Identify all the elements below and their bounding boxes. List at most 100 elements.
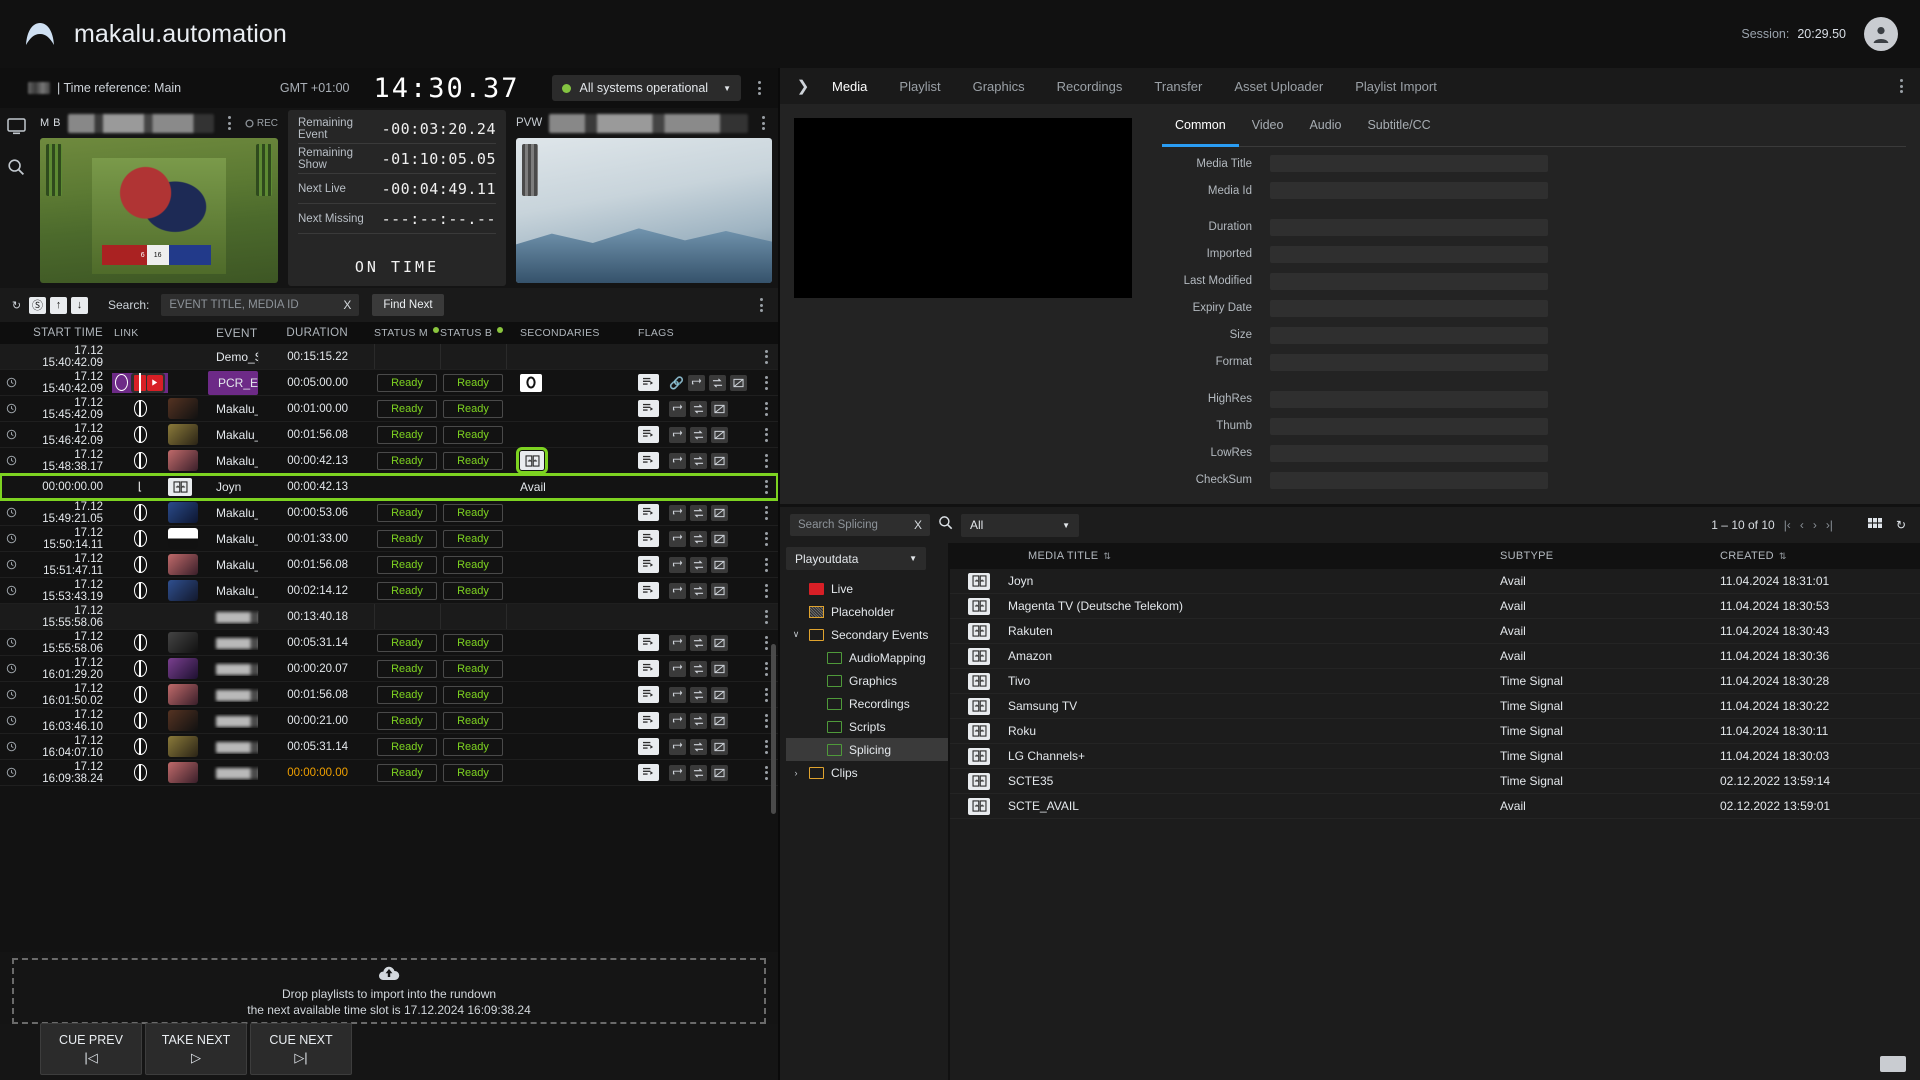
row-menu-button[interactable] (758, 398, 775, 420)
rundown-row[interactable]: 17.12 16:04:07.10 00:05:31.14 Ready Ready (0, 734, 778, 760)
link-cell[interactable] (112, 504, 168, 521)
col-duration[interactable]: DURATION (258, 327, 374, 339)
no-clock-icon[interactable]: Ⓢ (29, 296, 46, 314)
no-signal-icon[interactable] (711, 764, 728, 781)
link-cell[interactable] (112, 530, 168, 547)
cue-prev-button[interactable]: CUE PREV |◁ (40, 1023, 142, 1075)
cue-next-button[interactable]: CUE NEXT ▷| (250, 1023, 352, 1075)
loop-icon[interactable] (669, 400, 686, 417)
tree-node-scripts[interactable]: Scripts (786, 715, 948, 738)
swap-icon[interactable] (690, 764, 707, 781)
link-cell[interactable] (112, 582, 168, 599)
no-signal-icon[interactable] (711, 504, 728, 521)
property-field[interactable] (1270, 326, 1548, 344)
playlist-dropzone[interactable]: Drop playlists to import into the rundow… (12, 958, 766, 1024)
refresh-icon[interactable]: ↻ (1896, 518, 1906, 532)
media-table-row[interactable]: Rakuten Avail 11.04.2024 18:30:43 (950, 619, 1920, 644)
mb-toggle[interactable]: M B (40, 117, 61, 129)
tab-recordings[interactable]: Recordings (1041, 68, 1139, 104)
media-table-row[interactable]: Roku Time Signal 11.04.2024 18:30:11 (950, 719, 1920, 744)
rundown-row[interactable]: 17.12 15:55:58.06 00:05:31.14 Ready Ready (0, 630, 778, 656)
col-start-time[interactable]: START TIME (22, 327, 112, 339)
tab-asset-uploader[interactable]: Asset Uploader (1218, 68, 1339, 104)
event-title-cell[interactable] (206, 766, 258, 780)
property-field[interactable] (1270, 299, 1548, 317)
flags-cell[interactable] (634, 400, 754, 417)
next-page-icon[interactable]: › (1813, 518, 1817, 532)
property-field[interactable] (1270, 218, 1548, 236)
rundown-rows[interactable]: 17.12 15:40:42.09Demo_Sport_News (4)00:1… (0, 344, 778, 952)
event-title-cell[interactable] (206, 662, 258, 676)
media-table-row[interactable]: SCTE_AVAIL Avail 02.12.2022 13:59:01 (950, 794, 1920, 819)
tree-node-audiomapping[interactable]: AudioMapping (786, 646, 948, 669)
loop-icon[interactable] (669, 426, 686, 443)
event-title-cell[interactable]: Makalu_Demo_04 (206, 532, 258, 546)
loop-icon[interactable] (669, 660, 686, 677)
refresh-icon[interactable]: ↻ (8, 297, 25, 314)
loop-icon[interactable] (687, 374, 705, 391)
flags-cell[interactable] (634, 452, 754, 469)
col-status-m[interactable]: STATUS M (374, 327, 440, 339)
search-icon[interactable] (7, 158, 27, 178)
list-icon[interactable] (638, 504, 659, 521)
event-title-cell[interactable] (206, 636, 258, 650)
flags-cell[interactable] (634, 530, 754, 547)
find-next-button[interactable]: Find Next (372, 294, 444, 316)
rundown-search-menu-button[interactable] (753, 294, 770, 316)
list-icon[interactable] (638, 686, 659, 703)
flags-cell[interactable] (634, 582, 754, 599)
swap-icon[interactable] (690, 686, 707, 703)
event-title-cell[interactable] (206, 740, 258, 754)
link-cell[interactable] (112, 660, 168, 677)
tree-node-secondary-events[interactable]: ∨ Secondary Events (786, 623, 948, 646)
list-icon[interactable] (638, 556, 659, 573)
no-signal-icon[interactable] (711, 686, 728, 703)
rundown-row[interactable]: 17.12 16:03:46.10 00:00:21.00 Ready Ready (0, 708, 778, 734)
rundown-row[interactable]: 17.12 16:01:50.02 00:01:56.08 Ready Ready (0, 682, 778, 708)
no-signal-icon[interactable] (711, 426, 728, 443)
list-icon[interactable] (638, 738, 659, 755)
rundown-row[interactable]: 17.12 15:49:21.05 Makalu_Demo_03 00:00:53.… (0, 500, 778, 526)
no-signal-icon[interactable] (711, 634, 728, 651)
no-signal-icon[interactable] (729, 374, 747, 391)
clear-icon[interactable]: X (343, 298, 351, 312)
rundown-group-row[interactable]: 17.12 15:55:58.06 00:13:40.18 (0, 604, 778, 630)
swap-icon[interactable] (690, 426, 707, 443)
property-field[interactable] (1270, 155, 1548, 173)
list-icon[interactable] (638, 452, 659, 469)
loop-icon[interactable] (669, 712, 686, 729)
swap-icon[interactable] (690, 660, 707, 677)
no-signal-icon[interactable] (711, 452, 728, 469)
event-title-cell[interactable]: Makalu_Demo_10 (206, 428, 258, 442)
rundown-row[interactable]: 17.12 15:46:42.09 Makalu_Demo_10 00:01:56.… (0, 422, 778, 448)
search-icon[interactable] (938, 515, 953, 535)
rundown-row[interactable]: 17.12 16:09:38.24 00:00:00.00 Ready Ready (0, 760, 778, 786)
status-strip-menu-button[interactable] (751, 77, 768, 99)
link-cell[interactable] (112, 764, 168, 781)
row-menu-button[interactable] (758, 606, 775, 628)
loop-icon[interactable] (669, 764, 686, 781)
prev-page-icon[interactable]: ‹ (1800, 518, 1804, 532)
swap-icon[interactable] (690, 582, 707, 599)
property-field[interactable] (1270, 417, 1548, 435)
preview-video[interactable] (516, 138, 772, 283)
flags-cell[interactable] (634, 556, 754, 573)
no-signal-icon[interactable] (711, 712, 728, 729)
user-avatar-icon[interactable] (1864, 17, 1898, 51)
browser-filter-select[interactable]: All ▼ (961, 513, 1079, 537)
swap-icon[interactable] (690, 504, 707, 521)
list-icon[interactable] (638, 660, 659, 677)
media-table-row[interactable]: Samsung TV Time Signal 11.04.2024 18:30:22 (950, 694, 1920, 719)
flags-cell[interactable]: 🔗 (634, 374, 754, 391)
secondaries-cell[interactable] (506, 373, 634, 392)
row-menu-button[interactable] (758, 372, 775, 394)
tree-node-placeholder[interactable]: Placeholder (786, 600, 948, 623)
loop-icon[interactable] (669, 504, 686, 521)
tree-node-live[interactable]: Live (786, 577, 948, 600)
swap-icon[interactable] (690, 556, 707, 573)
list-icon[interactable] (638, 634, 659, 651)
tab-playlist[interactable]: Playlist (883, 68, 956, 104)
no-signal-icon[interactable] (711, 530, 728, 547)
col-flags[interactable]: FLAGS (634, 327, 754, 339)
row-menu-button[interactable] (758, 502, 775, 524)
